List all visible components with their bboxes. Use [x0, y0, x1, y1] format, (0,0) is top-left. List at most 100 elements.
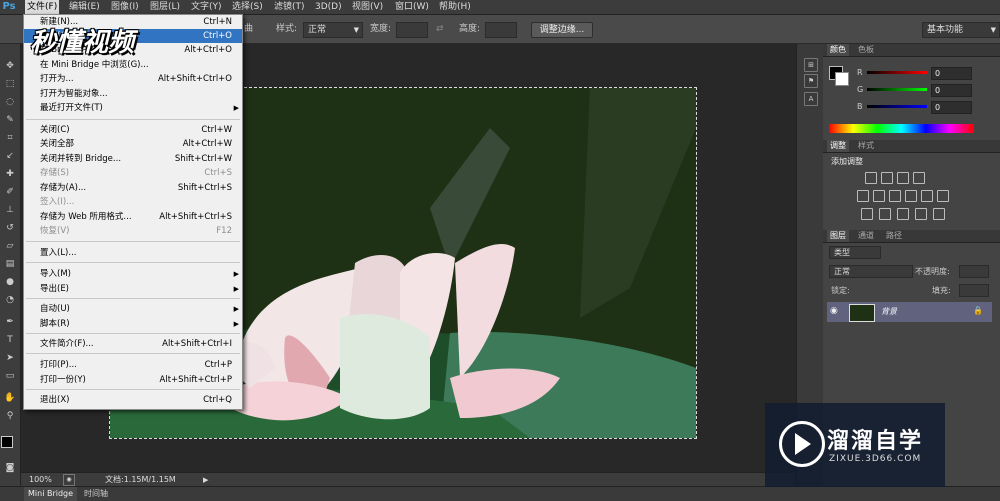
red-value-input[interactable]: 0	[931, 67, 972, 80]
red-slider[interactable]	[867, 71, 927, 74]
type-tool-icon[interactable]: T	[3, 334, 17, 346]
menu-window[interactable]: 窗口(W)	[393, 0, 431, 14]
crop-tool-icon[interactable]: ⌗	[3, 132, 17, 144]
selective-color-icon[interactable]	[933, 208, 945, 220]
menu-select[interactable]: 选择(S)	[230, 0, 265, 14]
brightness-icon[interactable]	[865, 172, 877, 184]
fill-input[interactable]	[959, 284, 989, 297]
swap-icon[interactable]: ⇄	[436, 15, 444, 43]
tab-styles[interactable]: 样式	[855, 140, 877, 152]
eraser-tool-icon[interactable]: ▱	[3, 240, 17, 252]
tab-mini-bridge[interactable]: Mini Bridge	[24, 487, 78, 501]
background-color-chip[interactable]	[835, 72, 849, 86]
menu-item-scripts[interactable]: 脚本(R) ▶	[24, 317, 242, 331]
zoom-level[interactable]: 100%	[29, 473, 52, 487]
eye-visibility-icon[interactable]: ◉	[830, 306, 838, 316]
menu-image[interactable]: 图像(I)	[109, 0, 141, 14]
move-tool-icon[interactable]: ✥	[3, 60, 17, 72]
path-selection-tool-icon[interactable]: ➤	[3, 352, 17, 364]
hue-saturation-icon[interactable]	[873, 190, 885, 202]
history-panel-icon[interactable]: ⊞	[804, 58, 818, 72]
quick-mask-icon[interactable]: ◙	[3, 462, 17, 474]
clone-stamp-tool-icon[interactable]: ⊥	[3, 204, 17, 216]
menu-item-open-smart-object[interactable]: 打开为智能对象...	[24, 87, 242, 101]
gradient-map-icon[interactable]	[915, 208, 927, 220]
menu-type[interactable]: 文字(Y)	[189, 0, 224, 14]
layer-row-background[interactable]: ◉ 背景 🔒	[827, 302, 992, 322]
menu-help[interactable]: 帮助(H)	[437, 0, 473, 14]
menu-item-close[interactable]: 关闭(C) Ctrl+W	[24, 123, 242, 137]
menu-item-revert[interactable]: 恢复(V) F12	[24, 224, 242, 238]
menu-item-file-info[interactable]: 文件简介(F)... Alt+Shift+Ctrl+I	[24, 337, 242, 351]
posterize-icon[interactable]	[879, 208, 891, 220]
brush-tool-icon[interactable]: ✐	[3, 186, 17, 198]
lasso-tool-icon[interactable]: ◌	[3, 96, 17, 108]
tab-channels[interactable]: 通道	[855, 230, 877, 242]
menu-item-open-as[interactable]: 打开为... Alt+Shift+Ctrl+O	[24, 72, 242, 86]
tab-adjustments[interactable]: 调整	[827, 140, 849, 152]
menu-view[interactable]: 视图(V)	[350, 0, 385, 14]
menu-item-save[interactable]: 存储(S) Ctrl+S	[24, 166, 242, 180]
menu-item-close-all[interactable]: 关闭全部 Alt+Ctrl+W	[24, 137, 242, 151]
photo-filter-icon[interactable]	[921, 190, 933, 202]
menu-layer[interactable]: 图层(L)	[148, 0, 182, 14]
marquee-tool-icon[interactable]: ⬚	[3, 78, 17, 90]
curves-icon[interactable]	[897, 172, 909, 184]
opacity-input[interactable]	[959, 265, 989, 278]
dodge-tool-icon[interactable]: ◔	[3, 294, 17, 306]
gradient-tool-icon[interactable]: ▤	[3, 258, 17, 270]
green-value-input[interactable]: 0	[931, 84, 972, 97]
channel-mixer-icon[interactable]	[937, 190, 949, 202]
green-slider[interactable]	[867, 88, 927, 91]
menu-item-save-for-web[interactable]: 存储为 Web 所用格式... Alt+Shift+Ctrl+S	[24, 210, 242, 224]
blue-value-input[interactable]: 0	[931, 101, 972, 114]
healing-brush-tool-icon[interactable]: ✚	[3, 168, 17, 180]
tab-color[interactable]: 颜色	[827, 44, 849, 56]
character-panel-icon[interactable]: A	[804, 92, 818, 106]
layer-kind-filter[interactable]: 类型	[829, 246, 881, 259]
menu-item-place[interactable]: 置入(L)...	[24, 246, 242, 260]
levels-icon[interactable]	[881, 172, 893, 184]
black-white-icon[interactable]	[905, 190, 917, 202]
quick-select-tool-icon[interactable]: ✎	[3, 114, 17, 126]
color-balance-icon[interactable]	[889, 190, 901, 202]
pen-tool-icon[interactable]: ✒	[3, 316, 17, 328]
rectangle-tool-icon[interactable]: ▭	[3, 370, 17, 382]
hand-tool-icon[interactable]: ✋	[3, 392, 17, 404]
width-input[interactable]	[396, 22, 428, 38]
menu-item-print[interactable]: 打印(P)... Ctrl+P	[24, 358, 242, 372]
menu-item-check-in[interactable]: 签入(I)...	[24, 195, 242, 209]
menu-item-recent-files[interactable]: 最近打开文件(T) ▶	[24, 101, 242, 115]
color-spectrum-ramp[interactable]	[829, 124, 974, 133]
vibrance-icon[interactable]	[857, 190, 869, 202]
blend-mode-select[interactable]: 正常	[829, 265, 913, 278]
workspace-select[interactable]: 基本功能 ▼	[922, 22, 1000, 38]
blur-tool-icon[interactable]: ●	[3, 276, 17, 288]
menu-item-export[interactable]: 导出(E) ▶	[24, 282, 242, 296]
height-input[interactable]	[485, 22, 517, 38]
tab-paths[interactable]: 路径	[883, 230, 905, 242]
foreground-color-swatch[interactable]	[1, 436, 13, 448]
status-menu-arrow-icon[interactable]: ▶	[203, 473, 208, 487]
zoom-tool-icon[interactable]: ⚲	[3, 410, 17, 422]
tab-swatches[interactable]: 色板	[855, 44, 877, 56]
style-select[interactable]: 正常 ▼	[303, 22, 363, 38]
eyedropper-tool-icon[interactable]: ↙	[3, 150, 17, 162]
blue-slider[interactable]	[867, 105, 927, 108]
refine-edge-button[interactable]: 调整边缘...	[531, 22, 593, 38]
menu-item-save-as[interactable]: 存储为(A)... Shift+Ctrl+S	[24, 181, 242, 195]
tab-layers[interactable]: 图层	[827, 230, 849, 242]
menu-file[interactable]: 文件(F)	[25, 0, 60, 14]
menu-item-exit[interactable]: 退出(X) Ctrl+Q	[24, 393, 242, 407]
menu-item-import[interactable]: 导入(M) ▶	[24, 267, 242, 281]
menu-item-automate[interactable]: 自动(U) ▶	[24, 302, 242, 316]
tab-timeline[interactable]: 时间轴	[80, 487, 112, 501]
menu-item-print-one-copy[interactable]: 打印一份(Y) Alt+Shift+Ctrl+P	[24, 373, 242, 387]
menu-edit[interactable]: 编辑(E)	[67, 0, 102, 14]
history-brush-tool-icon[interactable]: ↺	[3, 222, 17, 234]
menu-item-close-go-bridge[interactable]: 关闭并转到 Bridge... Shift+Ctrl+W	[24, 152, 242, 166]
info-icon[interactable]: ◉	[63, 474, 75, 486]
menu-filter[interactable]: 滤镜(T)	[272, 0, 307, 14]
menu-3d[interactable]: 3D(D)	[313, 0, 344, 14]
threshold-icon[interactable]	[897, 208, 909, 220]
